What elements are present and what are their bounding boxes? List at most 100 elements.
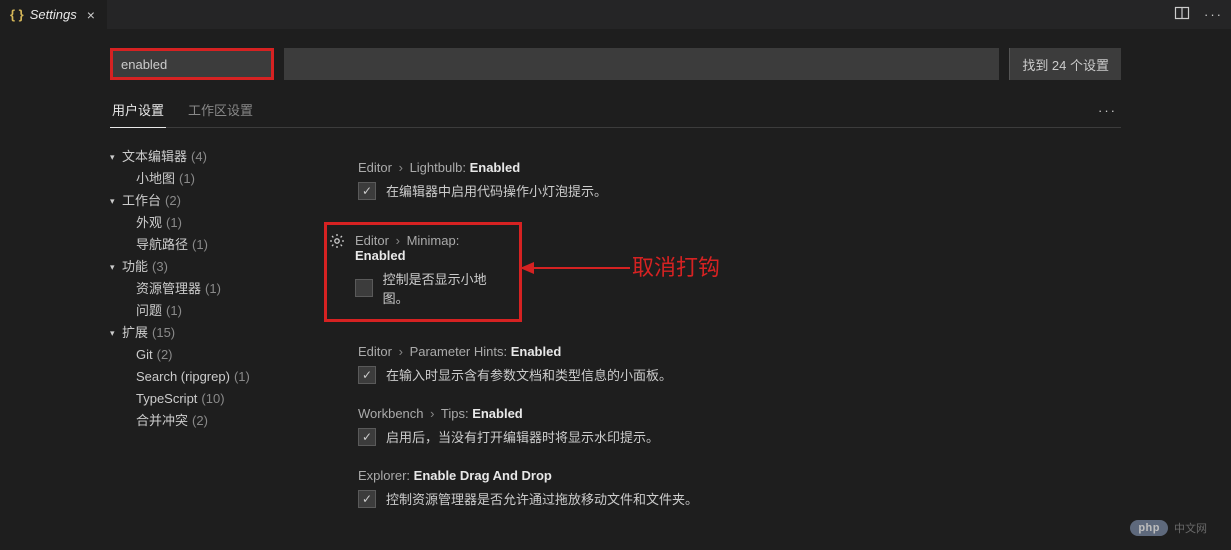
split-editor-icon[interactable] xyxy=(1174,5,1190,24)
checkbox[interactable]: ✓ xyxy=(358,182,376,200)
checkbox[interactable] xyxy=(355,279,373,297)
setting-crumb: Editor xyxy=(358,344,392,359)
titlebar: { } Settings × ··· xyxy=(0,0,1231,30)
setting-workbench-tips-enabled: Workbench › Tips: Enabled ✓ 启用后，当没有打开编辑器… xyxy=(330,406,1121,446)
close-icon[interactable]: × xyxy=(83,5,99,25)
chevron-right-icon: › xyxy=(396,233,400,248)
setting-title: Workbench › Tips: Enabled xyxy=(358,406,1121,421)
tree-count: (1) xyxy=(179,168,195,190)
tab-workspace-settings[interactable]: 工作区设置 xyxy=(186,94,255,127)
tree-item-search-ripgrep[interactable]: Search (ripgrep) (1) xyxy=(110,366,300,388)
setting-key: Enabled xyxy=(470,160,521,175)
tree-item-problems[interactable]: 问题 (1) xyxy=(110,300,300,322)
chevron-right-icon: › xyxy=(399,344,403,359)
settings-tab-icon: { } xyxy=(10,7,24,22)
settings-tab[interactable]: { } Settings × xyxy=(0,0,107,30)
tree-item-text-editor[interactable]: ▾ 文本编辑器 (4) xyxy=(110,146,300,168)
tree-item-workbench[interactable]: ▾ 工作台 (2) xyxy=(110,190,300,212)
tree-count: (1) xyxy=(234,366,250,388)
tree-label: 工作台 xyxy=(122,190,161,212)
tab-user-settings[interactable]: 用户设置 xyxy=(110,94,166,127)
tree-item-explorer[interactable]: 资源管理器 (1) xyxy=(110,278,300,300)
tree-count: (2) xyxy=(165,190,181,212)
setting-key: Enable Drag And Drop xyxy=(414,468,552,483)
tree-label: TypeScript xyxy=(136,388,197,410)
watermark: php 中文网 xyxy=(1130,520,1207,536)
setting-parameter-hints-enabled: Editor › Parameter Hints: Enabled ✓ 在输入时… xyxy=(330,344,1121,384)
setting-crumb: Lightbulb xyxy=(410,160,463,175)
tree-label: 问题 xyxy=(136,300,162,322)
setting-key: Enabled xyxy=(511,344,562,359)
setting-title: Editor › Parameter Hints: Enabled xyxy=(358,344,1121,359)
watermark-badge: php xyxy=(1130,520,1168,536)
tree-count: (1) xyxy=(166,212,182,234)
setting-key: Enabled xyxy=(355,248,406,263)
chevron-down-icon: ▾ xyxy=(110,146,122,168)
settings-list: Editor › Lightbulb: Enabled ✓ 在编辑器中启用代码操… xyxy=(330,146,1121,550)
tree-count: (15) xyxy=(152,322,175,344)
tree-label: 合并冲突 xyxy=(136,410,188,432)
setting-crumb: Explorer xyxy=(358,468,406,483)
setting-title: Explorer: Enable Drag And Drop xyxy=(358,468,1121,483)
setting-description: 在编辑器中启用代码操作小灯泡提示。 xyxy=(386,181,607,200)
checkbox[interactable]: ✓ xyxy=(358,428,376,446)
setting-title: Editor › Minimap: Enabled xyxy=(355,233,509,263)
setting-description: 启用后，当没有打开编辑器时将显示水印提示。 xyxy=(386,427,659,446)
tree-count: (1) xyxy=(192,234,208,256)
setting-key: Enabled xyxy=(472,406,523,421)
chevron-down-icon: ▾ xyxy=(110,256,122,278)
search-bar-extension[interactable] xyxy=(284,48,999,80)
tree-label: 文本编辑器 xyxy=(122,146,187,168)
tree-count: (1) xyxy=(205,278,221,300)
setting-crumb: Editor xyxy=(355,233,389,248)
setting-crumb: Tips xyxy=(441,406,465,421)
tree-item-features[interactable]: ▾ 功能 (3) xyxy=(110,256,300,278)
tree-label: 扩展 xyxy=(122,322,148,344)
search-result-count: 找到 24 个设置 xyxy=(1009,48,1121,80)
checkbox[interactable]: ✓ xyxy=(358,490,376,508)
tree-count: (2) xyxy=(192,410,208,432)
tree-count: (3) xyxy=(152,256,168,278)
tree-label: 导航路径 xyxy=(136,234,188,256)
setting-crumb: Workbench xyxy=(358,406,424,421)
tree-label: Search (ripgrep) xyxy=(136,366,230,388)
settings-tabs: 用户设置 工作区设置 ··· xyxy=(110,94,1121,128)
tree-item-minimap[interactable]: 小地图 (1) xyxy=(110,168,300,190)
tree-count: (10) xyxy=(201,388,224,410)
setting-description: 控制是否显示小地图。 xyxy=(383,269,509,307)
tree-label: 资源管理器 xyxy=(136,278,201,300)
search-row: 找到 24 个设置 xyxy=(110,48,1121,80)
setting-description: 控制资源管理器是否允许通过拖放移动文件和文件夹。 xyxy=(386,489,698,508)
chevron-down-icon: ▾ xyxy=(110,190,122,212)
tree-item-appearance[interactable]: 外观 (1) xyxy=(110,212,300,234)
tree-count: (2) xyxy=(157,344,173,366)
setting-crumb: Parameter Hints xyxy=(410,344,504,359)
tree-item-breadcrumbs[interactable]: 导航路径 (1) xyxy=(110,234,300,256)
tree-item-merge-conflict[interactable]: 合并冲突 (2) xyxy=(110,410,300,432)
tree-count: (1) xyxy=(166,300,182,322)
watermark-text: 中文网 xyxy=(1174,520,1207,536)
tree-item-extensions[interactable]: ▾ 扩展 (15) xyxy=(110,322,300,344)
tree-count: (4) xyxy=(191,146,207,168)
setting-crumb: Minimap xyxy=(407,233,456,248)
setting-crumb: Editor xyxy=(358,160,392,175)
tree-label: Git xyxy=(136,344,153,366)
chevron-down-icon: ▾ xyxy=(110,322,122,344)
more-actions-icon[interactable]: ··· xyxy=(1204,7,1223,22)
tree-item-typescript[interactable]: TypeScript (10) xyxy=(110,388,300,410)
setting-lightbulb-enabled: Editor › Lightbulb: Enabled ✓ 在编辑器中启用代码操… xyxy=(330,160,1121,200)
setting-minimap-enabled: Editor › Minimap: Enabled 控制是否显示小地图。 xyxy=(333,233,509,307)
checkbox[interactable]: ✓ xyxy=(358,366,376,384)
tabs-more-icon[interactable]: ··· xyxy=(1098,103,1121,118)
setting-explorer-drag-drop: Explorer: Enable Drag And Drop ✓ 控制资源管理器… xyxy=(330,468,1121,508)
chevron-right-icon: › xyxy=(399,160,403,175)
search-input[interactable] xyxy=(113,51,271,77)
tree-label: 功能 xyxy=(122,256,148,278)
setting-title: Editor › Lightbulb: Enabled xyxy=(358,160,1121,175)
setting-minimap-highlight: Editor › Minimap: Enabled 控制是否显示小地图。 xyxy=(324,222,522,322)
tree-item-git[interactable]: Git (2) xyxy=(110,344,300,366)
settings-tree: ▾ 文本编辑器 (4) 小地图 (1) ▾ 工作台 (2) 外观 (1) 导航路… xyxy=(110,146,300,550)
search-highlight-box xyxy=(110,48,274,80)
chevron-right-icon: › xyxy=(430,406,434,421)
settings-tab-title: Settings xyxy=(30,7,77,22)
